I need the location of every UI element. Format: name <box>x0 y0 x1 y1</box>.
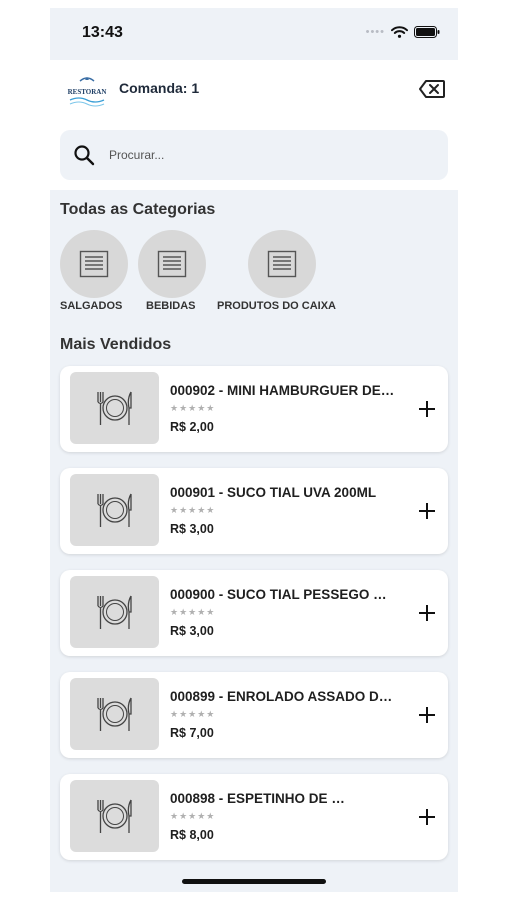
category-label: PRODUTOS DO CAIXA <box>217 300 336 312</box>
plus-icon[interactable] <box>418 706 436 724</box>
category-circle <box>138 230 206 298</box>
document-list-icon <box>79 250 109 278</box>
restaurant-logo: RESTORAN <box>68 77 107 107</box>
document-list-icon <box>157 250 187 278</box>
product-rating: ★★★★★ <box>170 811 216 821</box>
category-label: BEBIDAS <box>146 300 196 312</box>
status-time: 13:43 <box>82 24 123 41</box>
product-card[interactable]: 000902 - MINI HAMBURGUER DE… ★★★★★ R$ 2,… <box>60 366 448 452</box>
plus-icon[interactable] <box>418 604 436 622</box>
product-name: 000902 - MINI HAMBURGUER DE… <box>170 383 395 398</box>
product-card[interactable]: 000900 - SUCO TIAL PESSEGO … ★★★★★ R$ 3,… <box>60 570 448 656</box>
search-box[interactable] <box>60 130 448 180</box>
category-circle <box>60 230 128 298</box>
wifi-icon <box>391 26 408 38</box>
product-price: R$ 7,00 <box>170 726 214 740</box>
product-card[interactable]: 000901 - SUCO TIAL UVA 200ML ★★★★★ R$ 3,… <box>60 468 448 554</box>
page-title: Comanda: 1 <box>119 80 200 96</box>
product-rating: ★★★★★ <box>170 505 216 515</box>
product-name: 000898 - ESPETINHO DE … <box>170 791 345 806</box>
app-screen: 13:43 •••• RESTORAN Comanda: 1 Procurar.… <box>50 8 458 892</box>
product-rating: ★★★★★ <box>170 403 216 413</box>
product-name: 000901 - SUCO TIAL UVA 200ML <box>170 485 377 500</box>
product-card[interactable]: 000899 - ENROLADO ASSADO D… ★★★★★ R$ 7,0… <box>60 672 448 758</box>
product-thumbnail <box>70 780 159 852</box>
categories-list: SALGADOS BEBIDAS PRODUTOS DO CAIXA <box>50 230 458 330</box>
product-rating: ★★★★★ <box>170 607 216 617</box>
plate-cutlery-icon <box>96 799 132 833</box>
category-label: SALGADOS <box>60 300 123 312</box>
product-card[interactable]: 000898 - ESPETINHO DE … ★★★★★ R$ 8,00 <box>60 774 448 860</box>
document-list-icon <box>267 250 297 278</box>
product-thumbnail <box>70 678 159 750</box>
product-thumbnail <box>70 576 159 648</box>
plus-icon[interactable] <box>418 808 436 826</box>
search-icon <box>74 145 95 166</box>
plate-cutlery-icon <box>96 391 132 425</box>
product-name: 000899 - ENROLADO ASSADO D… <box>170 689 393 704</box>
product-thumbnail <box>70 372 159 444</box>
backspace-icon[interactable] <box>418 78 446 100</box>
search-area <box>50 122 458 190</box>
product-price: R$ 3,00 <box>170 624 214 638</box>
product-rating: ★★★★★ <box>170 709 216 719</box>
plate-cutlery-icon <box>96 697 132 731</box>
product-price: R$ 8,00 <box>170 828 214 842</box>
best-sellers-title: Mais Vendidos <box>60 336 172 353</box>
plus-icon[interactable] <box>418 400 436 418</box>
home-indicator[interactable] <box>182 879 326 884</box>
signal-icon: •••• <box>365 26 385 38</box>
plate-cutlery-icon <box>96 493 132 527</box>
product-name: 000900 - SUCO TIAL PESSEGO … <box>170 587 387 602</box>
category-circle <box>248 230 316 298</box>
logo-text: RESTORAN <box>68 88 107 96</box>
plate-cutlery-icon <box>96 595 132 629</box>
battery-icon <box>414 26 440 38</box>
status-icons: •••• <box>366 26 440 38</box>
product-thumbnail <box>70 474 159 546</box>
product-price: R$ 3,00 <box>170 522 214 536</box>
search-input[interactable] <box>107 147 411 163</box>
status-bar: 13:43 •••• <box>50 8 458 60</box>
product-price: R$ 2,00 <box>170 420 214 434</box>
categories-title: Todas as Categorias <box>60 201 216 218</box>
plus-icon[interactable] <box>418 502 436 520</box>
header: RESTORAN Comanda: 1 <box>50 60 458 122</box>
